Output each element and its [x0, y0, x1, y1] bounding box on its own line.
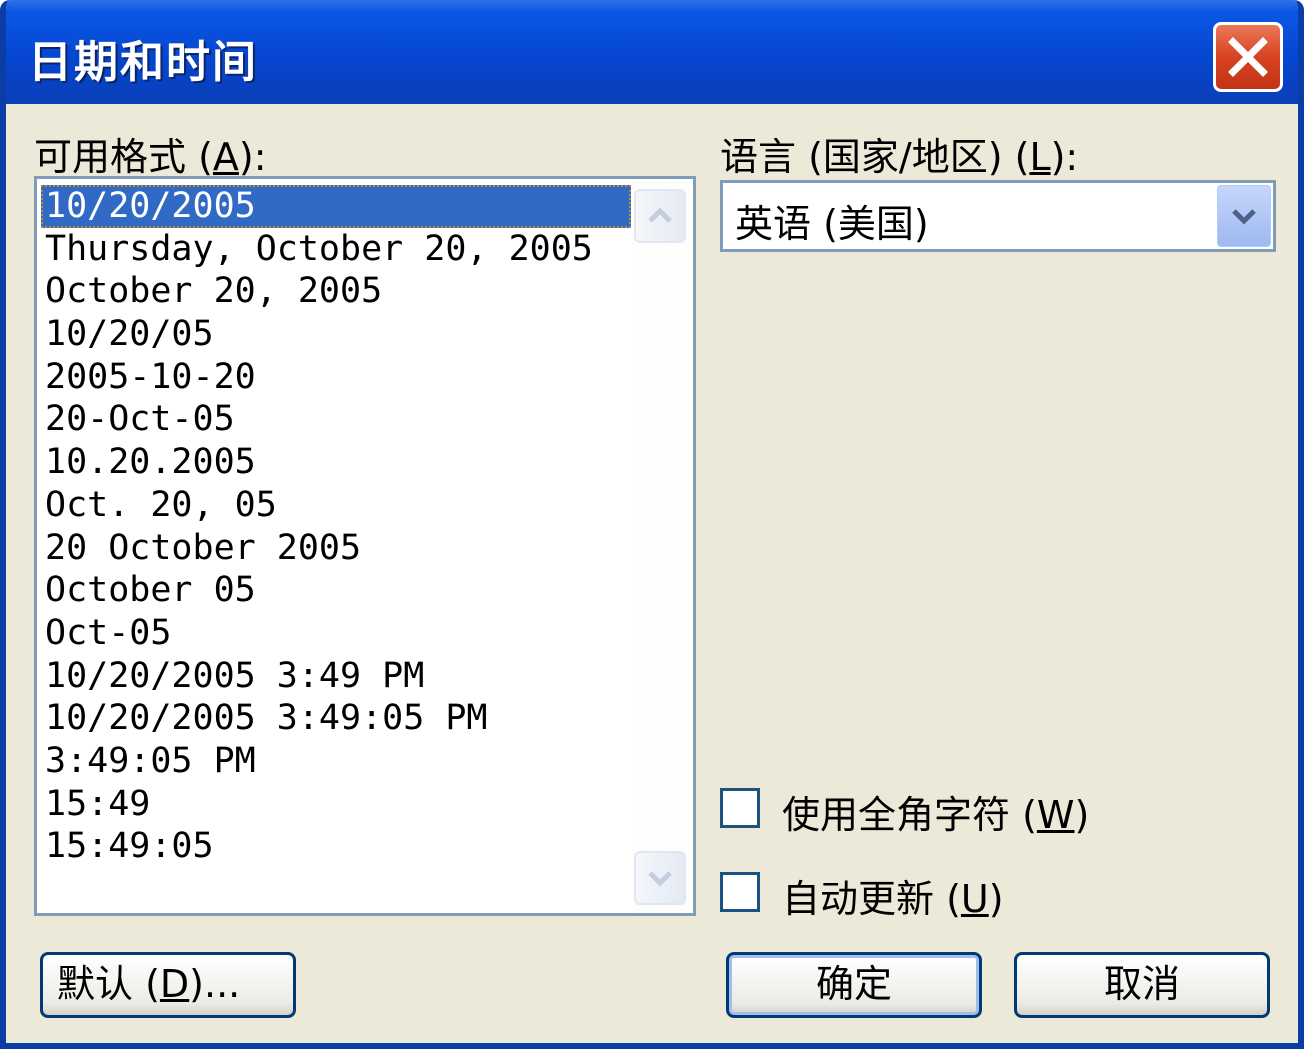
cancel-button[interactable]: 取消	[1014, 952, 1270, 1018]
chevron-down-icon	[1232, 209, 1256, 225]
formats-list[interactable]: 10/20/2005 Thursday, October 20, 2005 Octo…	[41, 185, 631, 868]
format-list-item[interactable]: 10/20/2005 3:49 PM	[41, 655, 631, 698]
mnemonic-key: A	[212, 135, 239, 179]
available-formats-label: 可用格式 (A):	[34, 126, 267, 181]
label-text: 可用格式 (	[34, 135, 213, 179]
format-list-item[interactable]: 20 October 2005	[41, 527, 631, 570]
formats-listbox[interactable]: 10/20/2005 Thursday, October 20, 2005 Octo…	[34, 176, 696, 916]
chevron-up-icon	[648, 207, 672, 223]
ok-button[interactable]: 确定	[726, 952, 982, 1018]
button-text: )...	[189, 962, 241, 1006]
label-text: )	[988, 877, 1004, 921]
mnemonic-key: W	[1036, 793, 1075, 837]
format-list-item[interactable]: Oct-05	[41, 612, 631, 655]
format-list-item[interactable]: 10/20/2005 3:49:05 PM	[41, 697, 631, 740]
format-list-item[interactable]: 15:49:05	[41, 825, 631, 868]
dropdown-button[interactable]	[1217, 185, 1271, 247]
language-combobox[interactable]: 英语 (美国)	[720, 180, 1276, 252]
format-list-item[interactable]: 10/20/05	[41, 313, 631, 356]
language-value: 英语 (美国)	[735, 202, 929, 246]
format-list-item[interactable]: 3:49:05 PM	[41, 740, 631, 783]
title-bar[interactable]: 日期和时间	[6, 0, 1298, 104]
mnemonic-key: D	[159, 962, 190, 1006]
format-list-item[interactable]: 2005-10-20	[41, 356, 631, 399]
fullwidth-checkbox[interactable]	[720, 788, 760, 828]
scroll-up-button[interactable]	[634, 189, 686, 243]
label-text: 使用全角字符 (	[782, 793, 1037, 837]
language-label: 语言 (国家/地区) (L):	[720, 126, 1078, 181]
format-list-item[interactable]: Oct. 20, 05	[41, 484, 631, 527]
format-list-item[interactable]: Thursday, October 20, 2005	[41, 228, 631, 271]
label-text: ):	[238, 135, 267, 179]
autoupdate-label[interactable]: 自动更新 (U)	[782, 868, 1004, 923]
format-list-item[interactable]: 15:49	[41, 783, 631, 826]
mnemonic-key: U	[960, 877, 989, 921]
default-button[interactable]: 默认 (D)...	[40, 952, 296, 1018]
format-list-item[interactable]: October 05	[41, 569, 631, 612]
date-time-dialog: 日期和时间 可用格式 (A): 10/20/2005 Thursday, Octo…	[0, 0, 1304, 1049]
close-button[interactable]	[1213, 22, 1283, 92]
format-list-item[interactable]: 10/20/2005	[41, 185, 631, 228]
format-list-item[interactable]: 10.20.2005	[41, 441, 631, 484]
vertical-scrollbar[interactable]	[632, 179, 690, 913]
label-text: 语言 (国家/地区) (	[720, 135, 1030, 179]
autoupdate-checkbox[interactable]	[720, 872, 760, 912]
fullwidth-label[interactable]: 使用全角字符 (W)	[782, 784, 1089, 839]
format-list-item[interactable]: October 20, 2005	[41, 270, 631, 313]
button-text: 默认 (	[57, 962, 160, 1006]
label-text: )	[1074, 793, 1090, 837]
format-list-item[interactable]: 20-Oct-05	[41, 398, 631, 441]
mnemonic-key: L	[1029, 135, 1051, 179]
dialog-title: 日期和时间	[28, 37, 258, 88]
label-text: ):	[1050, 135, 1079, 179]
chevron-down-icon	[648, 871, 672, 887]
close-x-icon	[1228, 37, 1268, 77]
label-text: 自动更新 (	[782, 877, 961, 921]
scroll-down-button[interactable]	[634, 851, 686, 905]
